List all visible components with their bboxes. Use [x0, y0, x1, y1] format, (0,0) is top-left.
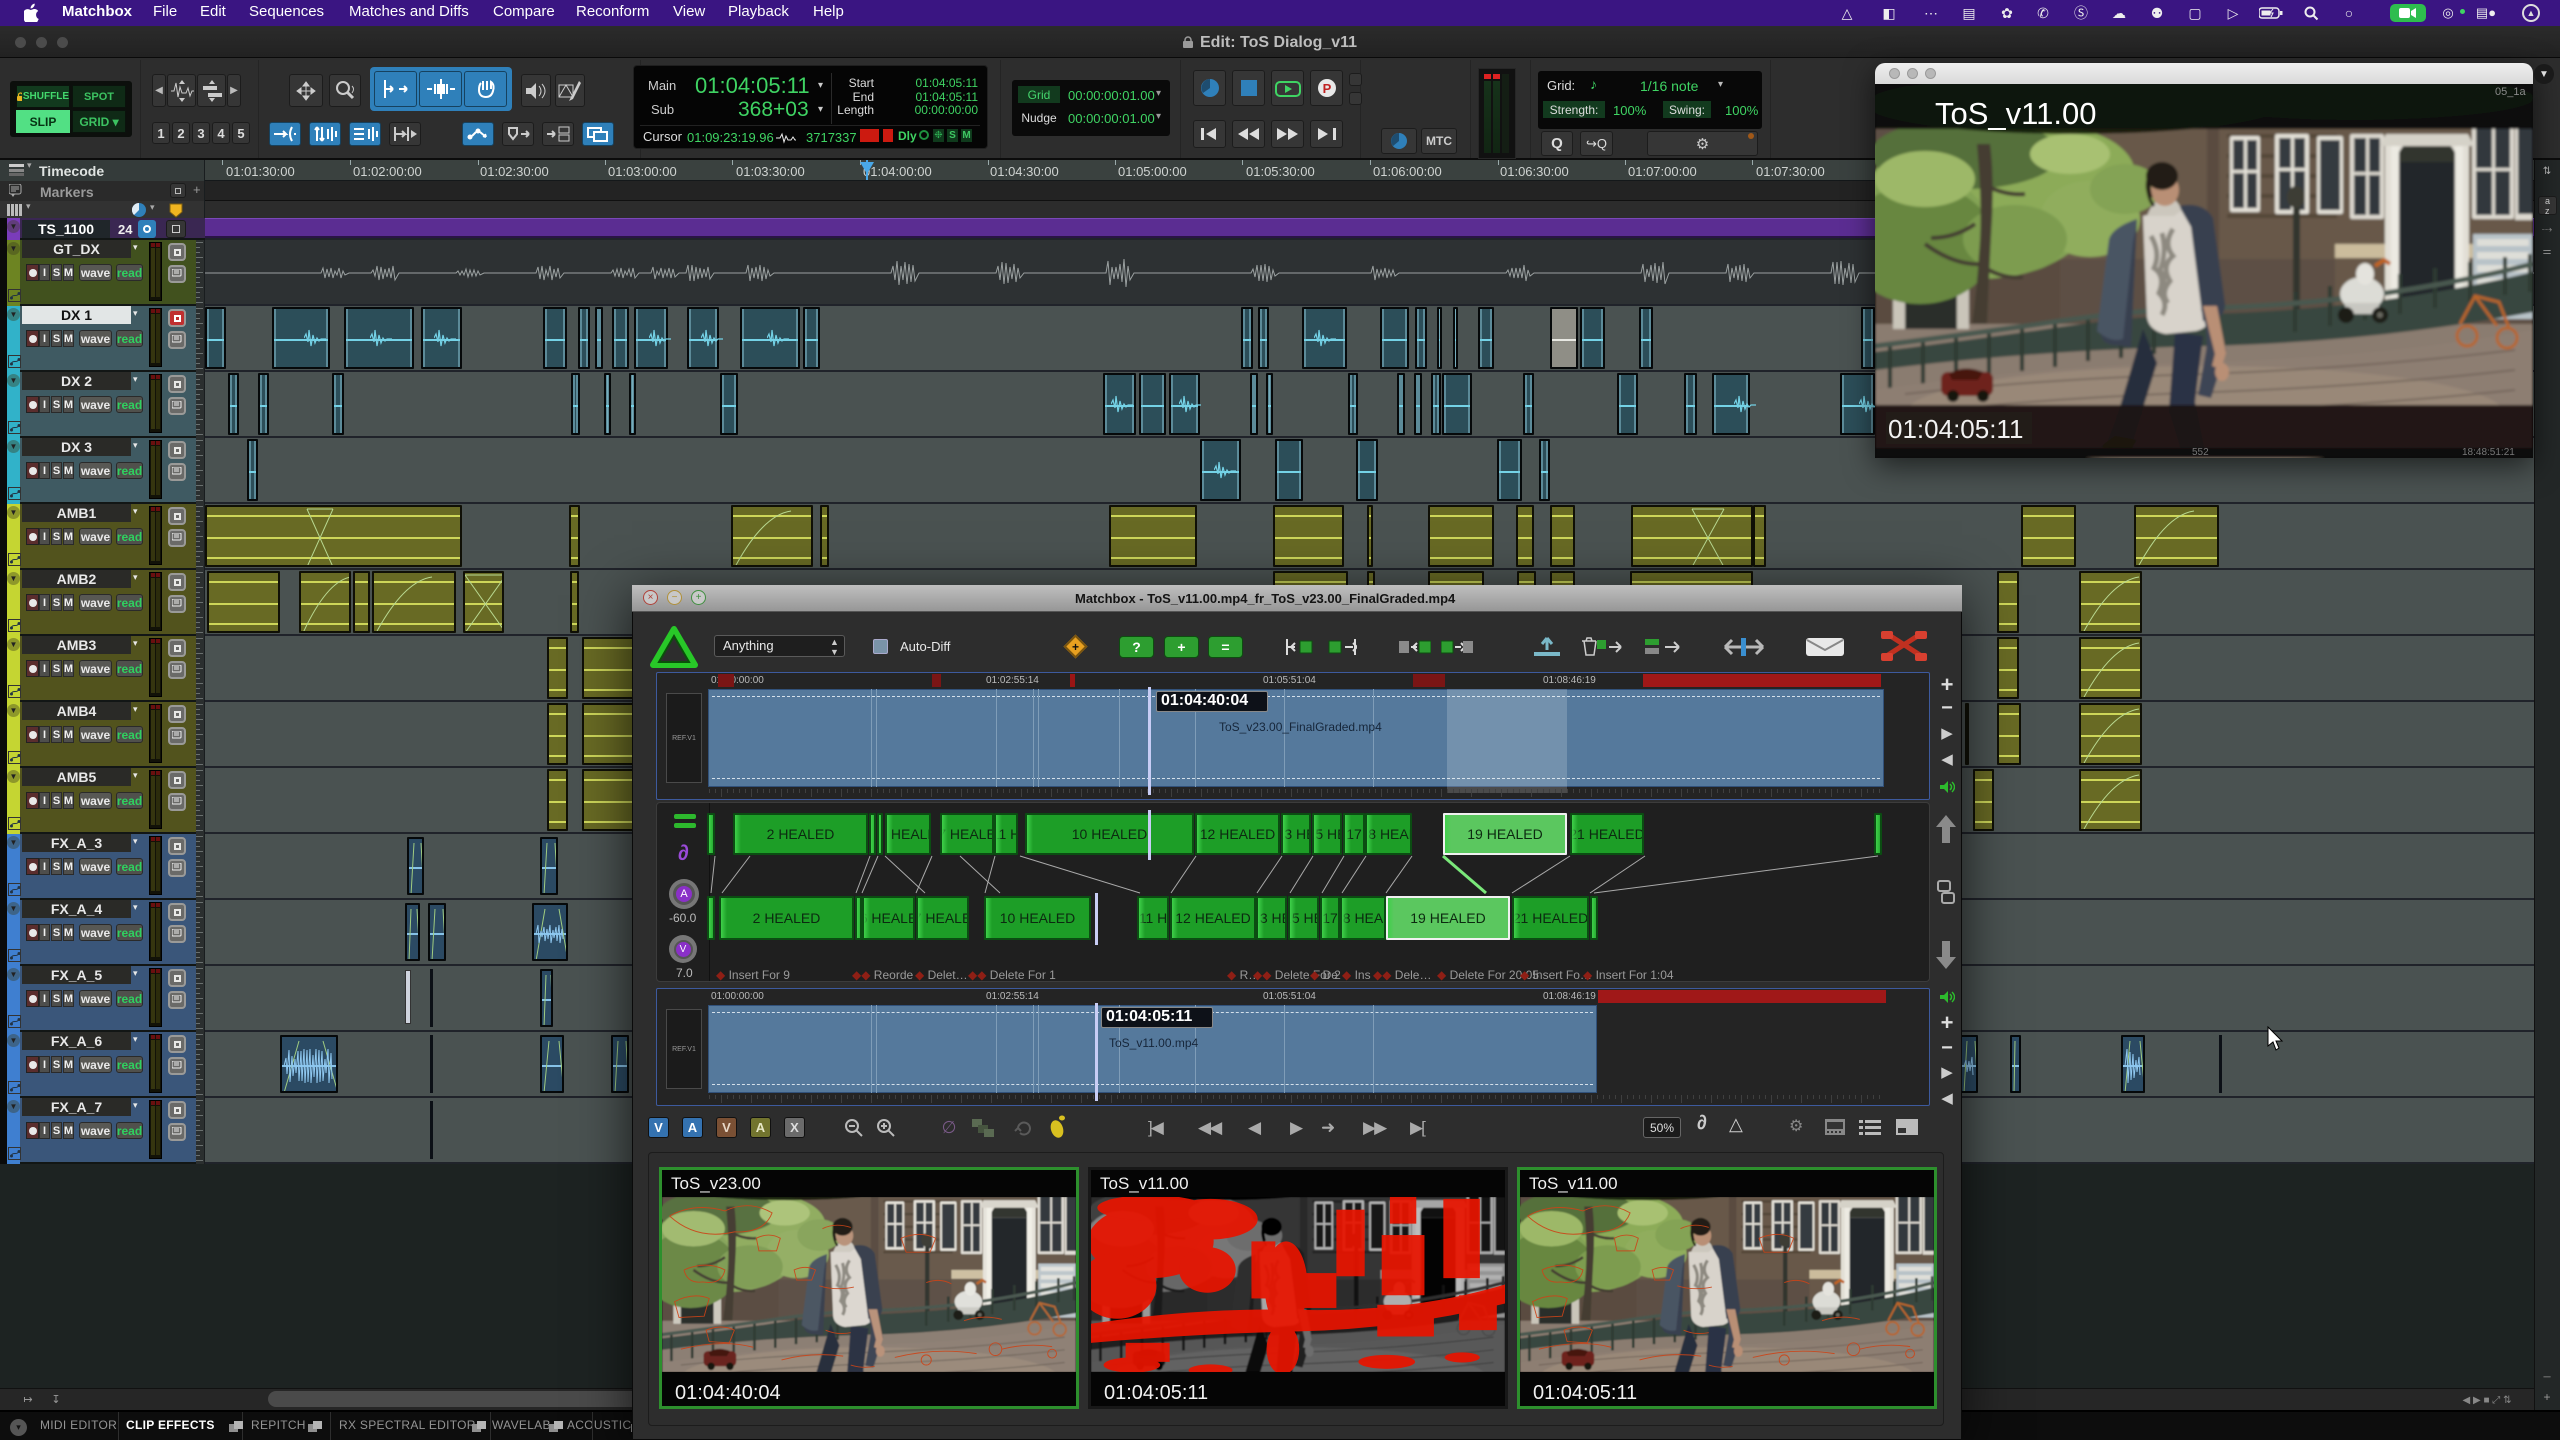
svg-text:P: P	[1322, 81, 1331, 96]
